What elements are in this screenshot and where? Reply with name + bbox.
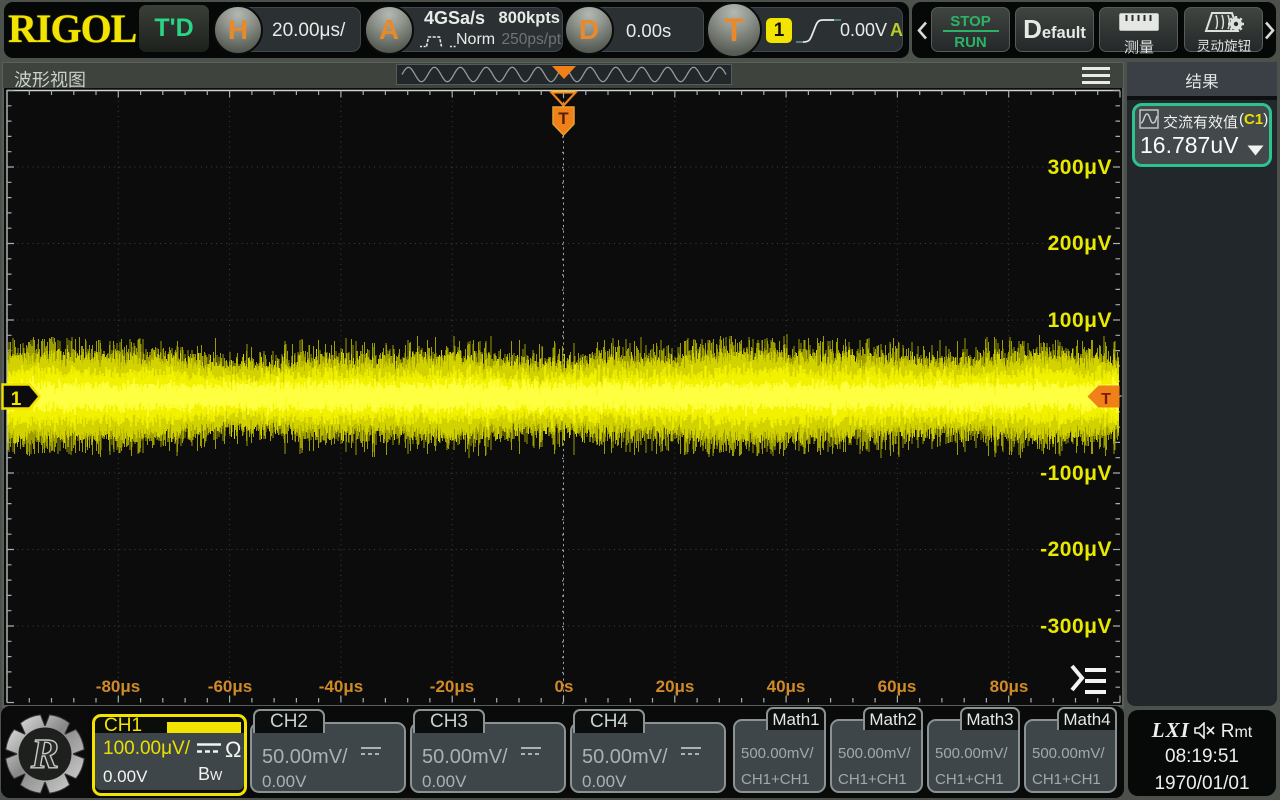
svg-text:1: 1 (11, 389, 22, 410)
svg-text:T: T (1101, 391, 1111, 408)
svg-text:T: T (558, 109, 569, 128)
svg-text:R: R (30, 732, 59, 778)
